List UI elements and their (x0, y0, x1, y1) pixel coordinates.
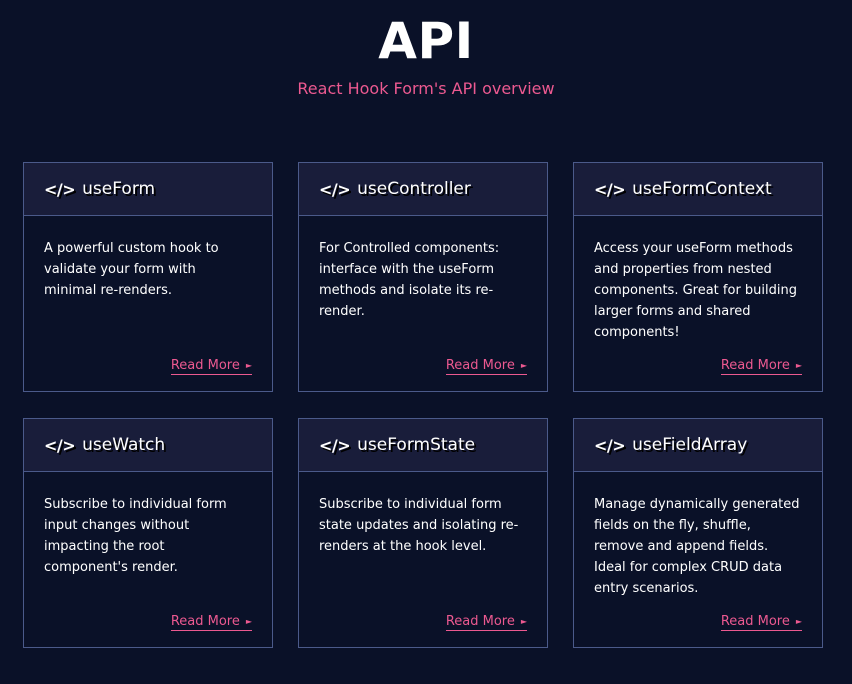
read-more-link[interactable]: Read More ► (720, 614, 802, 631)
api-card-usewatch: </> useWatch Subscribe to individual for… (23, 418, 273, 648)
page-title: API (378, 12, 474, 70)
read-more-link[interactable]: Read More ► (170, 358, 252, 375)
api-card-useformcontext: </> useFormContext Access your useForm m… (573, 162, 823, 392)
read-more-link[interactable]: Read More ► (170, 614, 252, 631)
read-more-label: Read More (170, 358, 240, 373)
code-icon: </> (594, 179, 626, 199)
card-description: Subscribe to individual form state updat… (319, 497, 519, 554)
card-description: Manage dynamically generated fields on t… (594, 497, 800, 596)
api-card-useform: </> useForm A powerful custom hook to va… (23, 162, 273, 392)
read-more-label: Read More (170, 614, 240, 629)
api-card-usefieldarray: </> useFieldArray Manage dynamically gen… (573, 418, 823, 648)
card-title: useFormContext (632, 179, 772, 199)
card-title: useFormState (357, 435, 476, 455)
read-more-link[interactable]: Read More ► (445, 614, 527, 631)
api-card-grid: </> useForm A powerful custom hook to va… (23, 162, 823, 648)
card-header: </> useFormState (299, 419, 547, 472)
read-more-link[interactable]: Read More ► (445, 358, 527, 375)
code-icon: </> (44, 179, 76, 199)
card-title: useWatch (82, 435, 166, 455)
card-description: For Controlled components: interface wit… (319, 241, 500, 319)
card-title: useController (357, 179, 471, 199)
card-title: useForm (82, 179, 156, 199)
card-header: </> useWatch (24, 419, 272, 472)
api-page: API React Hook Form's API overview </> u… (0, 0, 852, 684)
read-more-link[interactable]: Read More ► (720, 358, 802, 375)
card-description: A powerful custom hook to validate your … (44, 241, 219, 298)
code-icon: </> (594, 435, 626, 455)
card-header: </> useController (299, 163, 547, 216)
code-icon: </> (44, 435, 76, 455)
page-subtitle: React Hook Form's API overview (297, 79, 555, 98)
read-more-label: Read More (720, 614, 790, 629)
read-more-label: Read More (445, 358, 515, 373)
arrow-right-icon: ► (520, 361, 527, 370)
arrow-right-icon: ► (520, 617, 527, 626)
card-description: Subscribe to individual form input chang… (44, 497, 227, 575)
api-card-useformstate: </> useFormState Subscribe to individual… (298, 418, 548, 648)
card-title: useFieldArray (632, 435, 748, 455)
arrow-right-icon: ► (245, 361, 252, 370)
card-header: </> useForm (24, 163, 272, 216)
arrow-right-icon: ► (245, 617, 252, 626)
code-icon: </> (319, 179, 351, 199)
card-description: Access your useForm methods and properti… (594, 241, 797, 340)
code-icon: </> (319, 435, 351, 455)
read-more-label: Read More (445, 614, 515, 629)
card-header: </> useFormContext (574, 163, 822, 216)
arrow-right-icon: ► (795, 617, 802, 626)
api-card-usecontroller: </> useController For Controlled compone… (298, 162, 548, 392)
arrow-right-icon: ► (795, 361, 802, 370)
card-header: </> useFieldArray (574, 419, 822, 472)
read-more-label: Read More (720, 358, 790, 373)
